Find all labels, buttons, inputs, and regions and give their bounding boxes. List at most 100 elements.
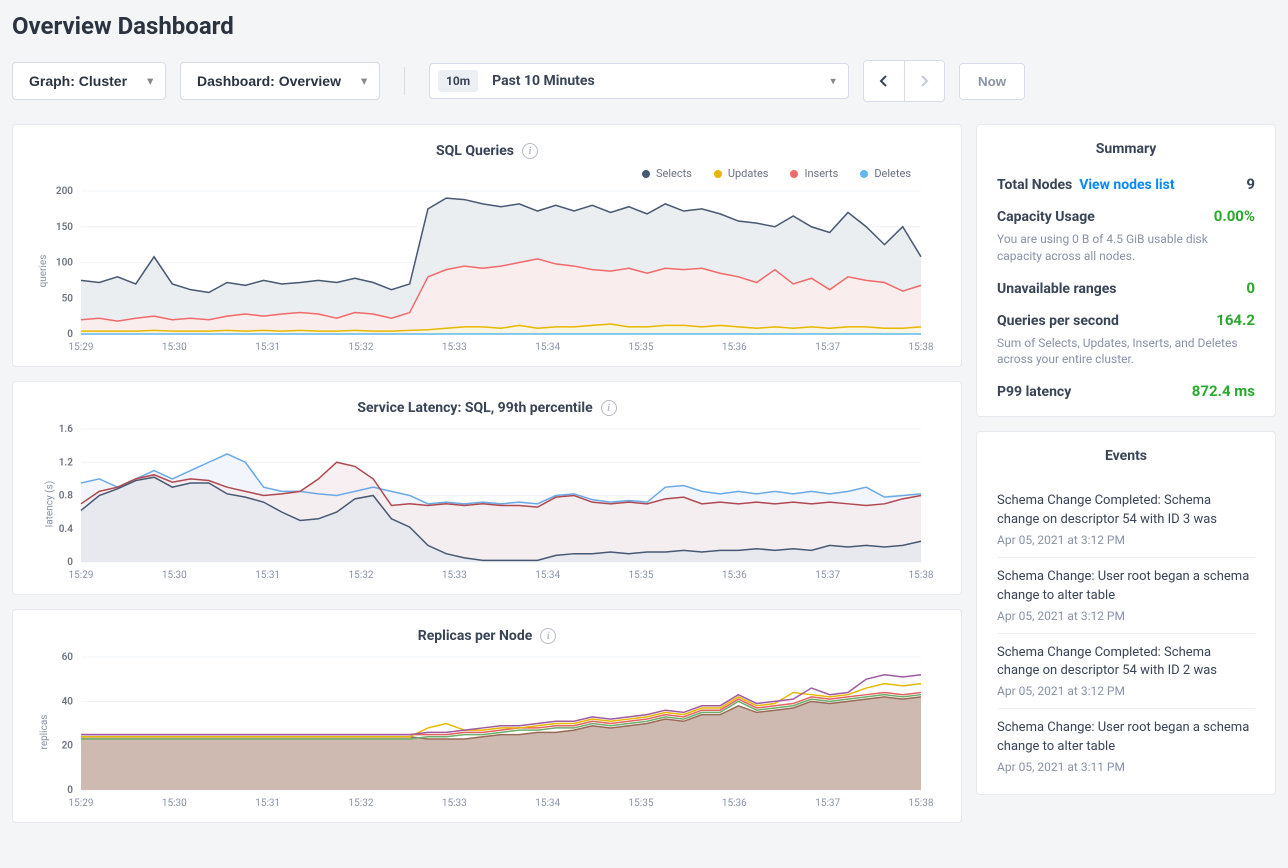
legend-item[interactable]: Updates xyxy=(714,167,769,180)
svg-text:15:38: 15:38 xyxy=(909,342,934,353)
time-nav-buttons xyxy=(863,60,945,102)
event-time: Apr 05, 2021 at 3:12 PM xyxy=(997,533,1255,547)
sql-queries-chart[interactable]: 05010015020015:2915:3015:3115:3215:3315:… xyxy=(33,186,941,356)
qps-label: Queries per second xyxy=(997,313,1119,329)
svg-text:15:35: 15:35 xyxy=(629,342,654,353)
svg-text:15:38: 15:38 xyxy=(909,798,934,809)
capacity-value: 0.00% xyxy=(1214,207,1255,225)
svg-text:15:37: 15:37 xyxy=(815,342,840,353)
svg-text:15:33: 15:33 xyxy=(442,342,467,353)
svg-text:200: 200 xyxy=(56,186,73,197)
svg-text:15:32: 15:32 xyxy=(349,342,374,353)
event-item[interactable]: Schema Change: User root began a schema … xyxy=(997,709,1255,784)
event-item[interactable]: Schema Change Completed: Schema change o… xyxy=(997,482,1255,558)
svg-text:15:36: 15:36 xyxy=(722,798,747,809)
svg-text:15:35: 15:35 xyxy=(629,570,654,581)
info-icon[interactable]: i xyxy=(601,400,617,416)
time-range-select[interactable]: 10m Past 10 Minutes xyxy=(429,63,849,99)
sql-queries-panel: SQL Queriesi SelectsUpdatesInsertsDelete… xyxy=(12,124,962,367)
p99-label: P99 latency xyxy=(997,384,1071,400)
svg-text:15:36: 15:36 xyxy=(722,342,747,353)
svg-text:100: 100 xyxy=(56,258,73,269)
svg-text:15:32: 15:32 xyxy=(349,570,374,581)
time-range-label: Past 10 Minutes xyxy=(492,73,595,89)
y-axis-label: replicas xyxy=(39,715,50,750)
graph-select[interactable]: Graph: Cluster xyxy=(12,62,166,100)
p99-value: 872.4 ms xyxy=(1192,382,1255,400)
svg-text:150: 150 xyxy=(56,222,73,233)
capacity-desc: You are using 0 B of 4.5 GiB usable disk… xyxy=(997,231,1255,265)
next-button[interactable] xyxy=(904,61,944,101)
event-text: Schema Change: User root began a schema … xyxy=(997,568,1255,606)
chart-legend: Selects Updates Inserts Deletes xyxy=(33,167,941,180)
total-nodes-label: Total Nodes xyxy=(997,177,1072,193)
replicas-panel: Replicas per Node i replicas 0 20 40 60 15:29… xyxy=(12,609,962,823)
event-time: Apr 05, 2021 at 3:11 PM xyxy=(997,760,1255,774)
svg-text:15:30: 15:30 xyxy=(162,342,187,353)
events-title: Events xyxy=(997,448,1255,464)
svg-text:0.4: 0.4 xyxy=(59,524,74,535)
info-icon[interactable]: i xyxy=(522,143,538,159)
svg-text:15:34: 15:34 xyxy=(535,798,560,809)
svg-text:15:31: 15:31 xyxy=(255,342,280,353)
events-panel: Events Schema Change Completed: Schema c… xyxy=(976,431,1276,795)
svg-text:15:34: 15:34 xyxy=(535,342,560,353)
page-title: Overview Dashboard xyxy=(12,12,1276,40)
svg-text:15:37: 15:37 xyxy=(815,798,840,809)
svg-text:15:36: 15:36 xyxy=(722,570,747,581)
prev-button[interactable] xyxy=(864,61,904,101)
svg-text:15:33: 15:33 xyxy=(442,798,467,809)
time-range-badge: 10m xyxy=(438,70,478,92)
svg-text:15:31: 15:31 xyxy=(255,798,280,809)
svg-text:15:30: 15:30 xyxy=(162,570,187,581)
summary-panel: Summary Total Nodes View nodes list 9 Ca… xyxy=(976,124,1276,417)
svg-text:15:33: 15:33 xyxy=(442,570,467,581)
svg-text:0: 0 xyxy=(67,329,73,340)
svg-text:15:29: 15:29 xyxy=(69,798,94,809)
event-text: Schema Change Completed: Schema change o… xyxy=(997,492,1255,530)
svg-text:15:37: 15:37 xyxy=(815,570,840,581)
info-icon[interactable]: i xyxy=(540,628,556,644)
latency-chart[interactable]: 00.40.81.21.615:2915:3015:3115:3215:3315… xyxy=(33,424,941,584)
now-button[interactable]: Now xyxy=(959,63,1025,100)
svg-text:0: 0 xyxy=(67,785,73,796)
chart-title-latency: Service Latency: SQL, 99th percentile xyxy=(357,400,592,416)
toolbar-divider xyxy=(404,67,405,95)
svg-text:15:32: 15:32 xyxy=(349,798,374,809)
svg-text:50: 50 xyxy=(62,293,74,304)
event-item[interactable]: Schema Change Completed: Schema change o… xyxy=(997,634,1255,710)
capacity-label: Capacity Usage xyxy=(997,209,1095,225)
legend-item[interactable]: Inserts xyxy=(790,167,838,180)
replicas-chart[interactable]: 0 20 40 60 15:29 15:30 15:31 15:32 15:33 15:34 15:… xyxy=(33,652,941,812)
summary-title: Summary xyxy=(997,141,1255,157)
svg-text:1.2: 1.2 xyxy=(59,457,74,468)
svg-text:15:34: 15:34 xyxy=(535,570,560,581)
event-text: Schema Change: User root began a schema … xyxy=(997,719,1255,757)
svg-text:15:30: 15:30 xyxy=(162,798,187,809)
dashboard-select[interactable]: Dashboard: Overview xyxy=(180,62,380,100)
svg-text:15:29: 15:29 xyxy=(69,570,94,581)
total-nodes-value: 9 xyxy=(1246,175,1255,193)
y-axis-label: queries xyxy=(38,255,49,288)
toolbar: Graph: Cluster Dashboard: Overview 10m P… xyxy=(12,60,1276,102)
legend-item[interactable]: Deletes xyxy=(860,167,911,180)
legend-item[interactable]: Selects xyxy=(642,167,692,180)
latency-panel: Service Latency: SQL, 99th percentile i l… xyxy=(12,381,962,595)
svg-text:0.8: 0.8 xyxy=(59,491,74,502)
svg-text:15:38: 15:38 xyxy=(909,570,934,581)
svg-text:1.6: 1.6 xyxy=(59,424,74,435)
svg-text:15:35: 15:35 xyxy=(629,798,654,809)
svg-text:40: 40 xyxy=(62,696,74,707)
svg-text:20: 20 xyxy=(62,741,74,752)
y-axis-label: latency (s) xyxy=(45,481,56,527)
qps-desc: Sum of Selects, Updates, Inserts, and De… xyxy=(997,335,1255,369)
event-time: Apr 05, 2021 at 3:12 PM xyxy=(997,609,1255,623)
event-time: Apr 05, 2021 at 3:12 PM xyxy=(997,684,1255,698)
view-nodes-link[interactable]: View nodes list xyxy=(1079,177,1174,193)
qps-value: 164.2 xyxy=(1216,311,1255,329)
unavailable-label: Unavailable ranges xyxy=(997,281,1116,297)
svg-text:0: 0 xyxy=(67,557,73,568)
svg-text:60: 60 xyxy=(62,652,74,663)
event-item[interactable]: Schema Change: User root began a schema … xyxy=(997,558,1255,634)
chart-title-replicas: Replicas per Node xyxy=(418,628,533,644)
